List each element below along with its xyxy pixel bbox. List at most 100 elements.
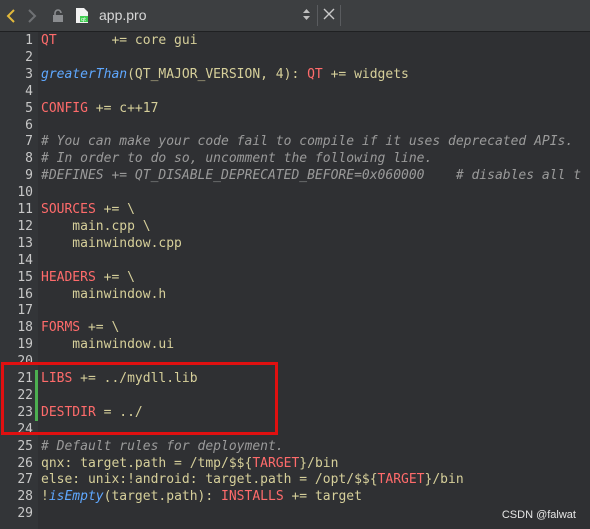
line-number: 19 <box>17 337 33 353</box>
code-token: mainwindow.h <box>41 286 167 302</box>
code-token: HEADERS <box>41 269 96 285</box>
code-token: INSTALLS <box>221 489 284 505</box>
code-line[interactable]: 11 SOURCES += \ <box>0 201 590 218</box>
code-text: main.cpp \ <box>41 218 150 235</box>
code-token: QT <box>41 33 57 48</box>
code-text: # Default rules for deployment. <box>41 438 284 455</box>
code-line[interactable]: 2 <box>0 49 590 66</box>
up-down-arrows-icon[interactable] <box>302 8 311 24</box>
code-line[interactable]: 3 greaterThan(QT_MAJOR_VERSION, 4): QT +=… <box>0 66 590 83</box>
code-line[interactable]: 19 mainwindow.ui <box>0 336 590 353</box>
code-token: # You can make your code fail to compile… <box>41 134 574 150</box>
code-line[interactable]: 8 # In order to do so, uncomment the foll… <box>0 150 590 167</box>
line-number: 13 <box>17 235 33 251</box>
line-number: 8 <box>25 151 33 167</box>
line-number: 2 <box>25 49 33 65</box>
code-token: SOURCES <box>41 202 96 217</box>
watermark: CSDN @falwat <box>501 509 576 521</box>
code-line[interactable]: 28 !isEmpty(target.path): INSTALLS += tar… <box>0 488 590 505</box>
forward-arrow-icon[interactable] <box>24 0 40 31</box>
code-line[interactable]: 7 # You can make your code fail to compil… <box>0 133 590 150</box>
code-line[interactable]: 14 <box>0 252 590 269</box>
code-line[interactable]: 17 <box>0 302 590 319</box>
line-number: 6 <box>25 117 33 133</box>
code-token: (QT_MAJOR_VERSION, 4): <box>127 66 308 82</box>
code-line[interactable]: 16 mainwindow.h <box>0 286 590 303</box>
code-line[interactable]: 5 CONFIG += c++17 <box>0 100 590 117</box>
code-line[interactable]: 18 FORMS += \ <box>0 319 590 336</box>
code-token: isEmpty <box>48 489 104 505</box>
line-number: 17 <box>17 303 33 319</box>
line-number: 12 <box>17 218 33 234</box>
line-number: 26 <box>17 455 33 471</box>
code-token: mainwindow.ui <box>41 337 175 353</box>
line-number: 5 <box>25 100 33 116</box>
code-line[interactable]: 27 else: unix:!android: target.path = /op… <box>0 471 590 488</box>
qt-project-file-icon: qt <box>74 0 90 31</box>
code-token: # Default rules for deployment. <box>41 438 284 454</box>
code-token: += \ <box>95 269 135 285</box>
code-text: mainwindow.h <box>41 286 166 303</box>
code-token: += target <box>283 489 362 505</box>
code-token: else: unix:!android: target.path = /opt/… <box>41 472 378 488</box>
code-token: greaterThan <box>41 66 128 82</box>
code-token: ! <box>41 489 49 505</box>
svg-text:qt: qt <box>81 17 86 23</box>
code-text: QT += core gui <box>41 32 198 49</box>
line-number: 18 <box>17 320 33 336</box>
line-number: 28 <box>17 489 33 505</box>
line-number: 11 <box>17 202 33 217</box>
code-token: += \ <box>80 320 120 336</box>
toolbar-divider <box>340 5 341 26</box>
line-number: 7 <box>25 134 33 150</box>
code-text: #DEFINES += QT_DISABLE_DEPRECATED_BEFORE… <box>41 167 581 184</box>
code-token: qnx: target.path = /tmp/$${ <box>41 455 253 471</box>
line-number: 4 <box>25 83 33 99</box>
code-text: # You can make your code fail to compile… <box>41 133 573 150</box>
close-file-button[interactable] <box>323 0 335 31</box>
editor-toolbar: qt app.pro <box>0 0 590 32</box>
code-line[interactable]: 15 HEADERS += \ <box>0 269 590 286</box>
code-token: TARGET <box>252 455 300 471</box>
code-line[interactable]: 6 <box>0 117 590 134</box>
code-token: QT <box>307 66 323 82</box>
line-number: 27 <box>17 472 33 488</box>
code-text: # In order to do so, uncomment the follo… <box>41 150 432 167</box>
code-line[interactable]: 4 <box>0 83 590 100</box>
code-text: CONFIG += c++17 <box>41 100 158 117</box>
line-number: 15 <box>17 269 33 285</box>
code-text: mainwindow.ui <box>41 336 174 353</box>
code-token: #DEFINES += QT_DISABLE_DEPRECATED_BEFORE… <box>41 168 582 184</box>
code-text: greaterThan(QT_MAJOR_VERSION, 4): QT += … <box>41 66 409 83</box>
code-token: mainwindow.cpp <box>41 235 182 251</box>
code-line[interactable]: 10 <box>0 184 590 201</box>
code-token: CONFIG <box>41 100 88 116</box>
code-token: += widgets <box>322 66 409 82</box>
line-number: 14 <box>17 252 33 268</box>
code-line[interactable]: 13 mainwindow.cpp <box>0 235 590 252</box>
code-line[interactable]: 26 qnx: target.path = /tmp/$${TARGET}/bin <box>0 455 590 472</box>
line-number: 1 <box>25 33 33 48</box>
code-token: += \ <box>95 202 135 217</box>
code-text: !isEmpty(target.path): INSTALLS += targe… <box>41 488 362 505</box>
code-token: TARGET <box>377 472 425 488</box>
code-text: else: unix:!android: target.path = /opt/… <box>41 471 464 488</box>
lock-icon <box>51 0 65 31</box>
code-token: FORMS <box>41 320 81 336</box>
code-text: SOURCES += \ <box>41 201 135 218</box>
code-token: += core gui <box>56 33 198 48</box>
back-arrow-icon[interactable] <box>3 0 19 31</box>
code-text: HEADERS += \ <box>41 269 135 286</box>
line-number: 10 <box>17 185 33 201</box>
line-number: 16 <box>17 286 33 302</box>
file-name[interactable]: app.pro <box>99 0 146 31</box>
code-editor[interactable]: 1 QT += core gui 2 3 greaterThan(QT_MAJOR_VE… <box>0 32 590 529</box>
line-number: 29 <box>17 506 33 522</box>
line-number: 25 <box>17 438 33 454</box>
code-line[interactable]: 12 main.cpp \ <box>0 218 590 235</box>
code-line[interactable]: 1 QT += core gui <box>0 32 590 49</box>
line-number: 3 <box>25 66 33 82</box>
code-line[interactable]: 25 # Default rules for deployment. <box>0 438 590 455</box>
code-line[interactable]: 9 #DEFINES += QT_DISABLE_DEPRECATED_BEFOR… <box>0 167 590 184</box>
code-token: }/bin <box>299 455 339 471</box>
